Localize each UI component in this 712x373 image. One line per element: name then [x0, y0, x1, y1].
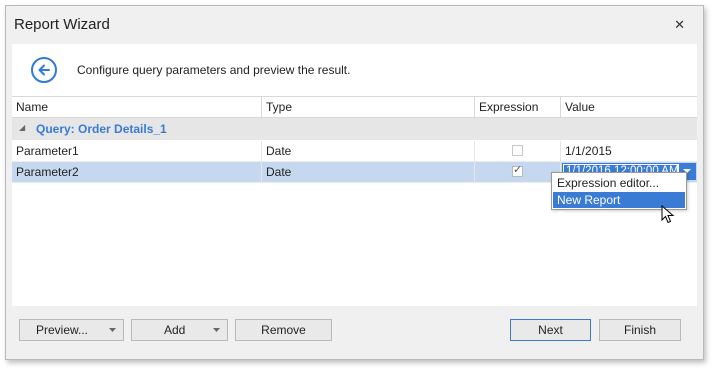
param-value[interactable]: 1/1/2015 [565, 144, 612, 158]
next-button[interactable]: Next [510, 319, 591, 341]
add-button-label: Add [164, 323, 186, 337]
column-header-type[interactable]: Type [266, 100, 292, 114]
remove-button[interactable]: Remove [235, 319, 332, 341]
expression-checkbox[interactable]: ✓ [512, 164, 523, 177]
group-label: Query: Order Details_1 [36, 122, 167, 136]
preview-button[interactable]: Preview... [19, 319, 124, 341]
column-header-value[interactable]: Value [565, 100, 595, 114]
window-title: Report Wizard [14, 16, 110, 33]
add-button[interactable]: Add [131, 319, 228, 341]
grid-header-row: Name Type Expression Value [12, 97, 697, 118]
param-type: Date [266, 144, 292, 158]
column-header-expression[interactable]: Expression [479, 100, 538, 114]
wizard-header: Configure query parameters and preview t… [12, 44, 697, 96]
checkmark-icon: ✓ [513, 164, 523, 176]
table-row[interactable]: Parameter1 Date 1/1/2015 [12, 141, 697, 162]
param-type: Date [266, 165, 292, 179]
menu-item-expression-editor[interactable]: Expression editor... [553, 175, 685, 191]
header-instruction: Configure query parameters and preview t… [77, 63, 351, 77]
finish-button[interactable]: Finish [599, 319, 681, 341]
title-bar: Report Wizard ✕ [6, 6, 703, 44]
arrow-left-circle-icon[interactable] [31, 57, 57, 83]
param-name: Parameter2 [16, 165, 79, 179]
chevron-down-icon [109, 328, 116, 332]
expression-checkbox[interactable] [512, 145, 523, 156]
collapse-triangle-icon[interactable]: ◢ [19, 123, 25, 132]
param-name: Parameter1 [16, 144, 79, 158]
close-icon[interactable]: ✕ [674, 17, 685, 33]
column-header-name[interactable]: Name [16, 100, 48, 114]
mouse-cursor-icon [661, 205, 675, 224]
chevron-down-icon [213, 328, 220, 332]
preview-button-label: Preview... [36, 323, 89, 337]
group-row[interactable]: ◢ Query: Order Details_1 [12, 118, 697, 140]
